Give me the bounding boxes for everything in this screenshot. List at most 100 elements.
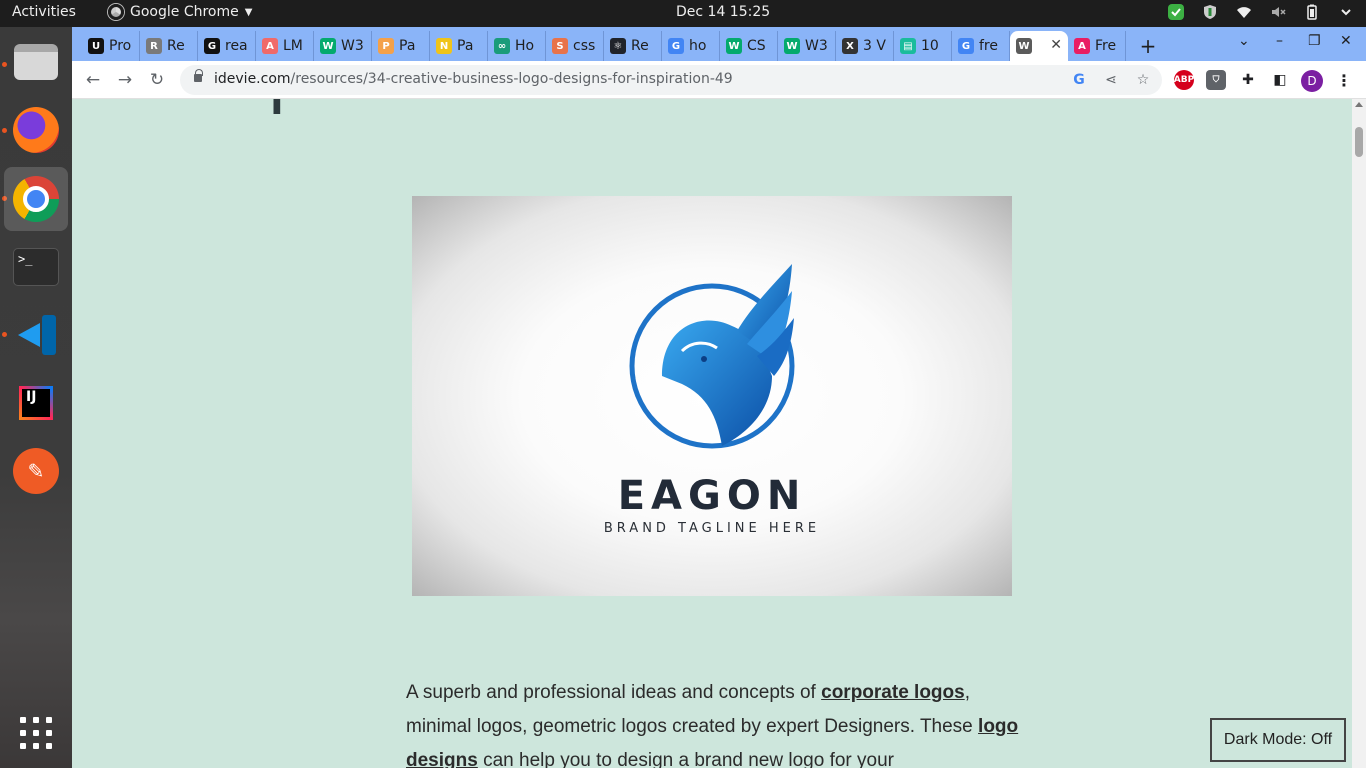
reload-button[interactable]: ↻ [146, 69, 168, 91]
adblock-plus-icon[interactable]: ABP [1174, 70, 1194, 90]
tab-favicon-icon: A [262, 38, 278, 54]
tab-favicon-icon: W [320, 38, 336, 54]
tab-favicon-icon: P [378, 38, 394, 54]
tab-title: 3 V [863, 38, 886, 54]
files-launcher[interactable] [4, 30, 68, 94]
tab-title: LM [283, 38, 303, 54]
scrollbar-thumb[interactable] [1355, 127, 1363, 157]
battery-icon[interactable] [1304, 4, 1320, 20]
url-text[interactable]: idevie.com/resources/34-creative-busines… [214, 71, 733, 87]
close-tab-icon[interactable]: ✕ [1050, 37, 1062, 53]
url-domain: idevie.com [214, 71, 291, 87]
brand-name: EAGON [617, 473, 807, 519]
menu-kebab-icon[interactable]: ⋮ [1334, 70, 1354, 90]
chrome-app-icon [108, 4, 124, 20]
dark-mode-toggle[interactable]: Dark Mode: Off [1210, 718, 1346, 762]
tab-favicon-icon: A [1074, 38, 1090, 54]
tab[interactable]: P Pa [372, 31, 430, 61]
tab-favicon-icon: N [436, 38, 452, 54]
close-window-button[interactable]: ✕ [1340, 33, 1352, 49]
eagle-emblem-icon [629, 264, 795, 449]
back-button[interactable]: ← [82, 69, 104, 91]
tab-title: ho [689, 38, 707, 54]
terminal-launcher[interactable]: >_ [4, 235, 68, 299]
tab[interactable]: X 3 V [836, 31, 894, 61]
corporate-logos-link[interactable]: corporate logos [821, 682, 965, 703]
tab-favicon-icon: ∞ [494, 38, 510, 54]
tab[interactable]: ⚛ Re [604, 31, 662, 61]
tab[interactable]: W CS [720, 31, 778, 61]
tab[interactable]: A Fre [1068, 31, 1126, 61]
tab[interactable]: R Re [140, 31, 198, 61]
intellij-icon: IJ [19, 386, 53, 420]
tab-favicon-icon: W [726, 38, 742, 54]
bookmark-star-icon[interactable]: ☆ [1134, 71, 1152, 89]
side-panel-icon[interactable]: ◧ [1270, 70, 1290, 90]
new-tab-button[interactable]: + [1134, 31, 1162, 61]
activities-button[interactable]: Activities [12, 4, 76, 20]
brand-tagline: BRAND TAGLINE HERE [603, 521, 821, 536]
tab[interactable]: ∞ Ho [488, 31, 546, 61]
eagon-logo-image: EAGON BRAND TAGLINE HERE [412, 196, 1012, 596]
tab[interactable]: ▤ 10 [894, 31, 952, 61]
page-viewport: Inspiration – 49 EAGON BRAND TAGLINE HE [72, 99, 1366, 768]
tab-favicon-icon: ▤ [900, 38, 916, 54]
files-icon [14, 44, 58, 80]
forward-button[interactable]: → [114, 69, 136, 91]
tab-favicon-icon: S [552, 38, 568, 54]
tab[interactable]: Grea [198, 31, 256, 61]
app-menu[interactable]: Google Chrome ▼ [108, 4, 252, 20]
intellij-launcher[interactable]: IJ [4, 371, 68, 435]
shield-icon[interactable] [1202, 4, 1218, 20]
power-menu-icon[interactable] [1338, 4, 1354, 20]
minimize-button[interactable]: – [1276, 33, 1283, 49]
vscode-launcher[interactable] [4, 303, 68, 367]
chrome-icon [13, 176, 59, 222]
tab[interactable]: Gfre [952, 31, 1010, 61]
tab[interactable]: W W3 [778, 31, 836, 61]
tab-title: Pa [457, 38, 474, 54]
dock: >_ IJ ✎ [0, 27, 72, 768]
address-bar[interactable]: idevie.com/resources/34-creative-busines… [180, 65, 1162, 95]
tab[interactable]: W W3 [314, 31, 372, 61]
tab-search-icon[interactable]: ⌄ [1238, 33, 1250, 49]
tab-title: 10 [921, 38, 939, 54]
tab-favicon-icon: R [146, 38, 162, 54]
tab[interactable]: Scss [546, 31, 604, 61]
tab[interactable]: Gho [662, 31, 720, 61]
maximize-button[interactable]: ❐ [1308, 33, 1321, 49]
chrome-launcher[interactable] [4, 167, 68, 231]
page-title: Inspiration – 49 [164, 99, 700, 116]
volume-muted-icon[interactable] [1270, 4, 1286, 20]
tab-title: W3 [805, 38, 828, 54]
app-menu-label: Google Chrome [130, 4, 239, 20]
google-lens-icon[interactable]: G [1070, 71, 1088, 89]
tab[interactable]: U Pro [82, 31, 140, 61]
tab-active[interactable]: W ✕ [1010, 31, 1068, 61]
postman-launcher[interactable]: ✎ [4, 439, 68, 503]
clock[interactable]: Dec 14 15:25 [676, 4, 770, 20]
tab-title: rea [225, 38, 248, 54]
tab-favicon-icon: X [842, 38, 858, 54]
share-icon[interactable]: ⋖ [1102, 71, 1120, 89]
app-grid-icon [20, 717, 52, 749]
wifi-icon[interactable] [1236, 4, 1252, 20]
tab[interactable]: N Pa [430, 31, 488, 61]
postman-icon: ✎ [13, 448, 59, 494]
show-applications-button[interactable] [4, 701, 68, 765]
system-top-bar: Activities Google Chrome ▼ Dec 14 15:25 [0, 0, 1366, 27]
tab[interactable]: A LM [256, 31, 314, 61]
bitwarden-icon[interactable]: ⛉ [1206, 70, 1226, 90]
firefox-launcher[interactable] [4, 98, 68, 162]
tab-title: Fre [1095, 38, 1117, 54]
system-tray[interactable] [1168, 4, 1354, 20]
extensions-puzzle-icon[interactable]: ✚ [1238, 70, 1258, 90]
tab-favicon-icon: U [88, 38, 104, 54]
scroll-up-arrow-icon[interactable] [1355, 102, 1363, 107]
lock-icon[interactable] [194, 69, 203, 82]
profile-avatar[interactable]: D [1301, 70, 1323, 92]
tab-strip: U Pro R Re Grea A LM W W3 P Pa N Pa ∞ Ho Scss ⚛ Re Gho W CS W… [72, 27, 1366, 61]
tab-favicon-icon: W [1016, 38, 1032, 54]
page-scrollbar[interactable] [1352, 99, 1366, 768]
update-check-icon[interactable] [1168, 4, 1184, 20]
